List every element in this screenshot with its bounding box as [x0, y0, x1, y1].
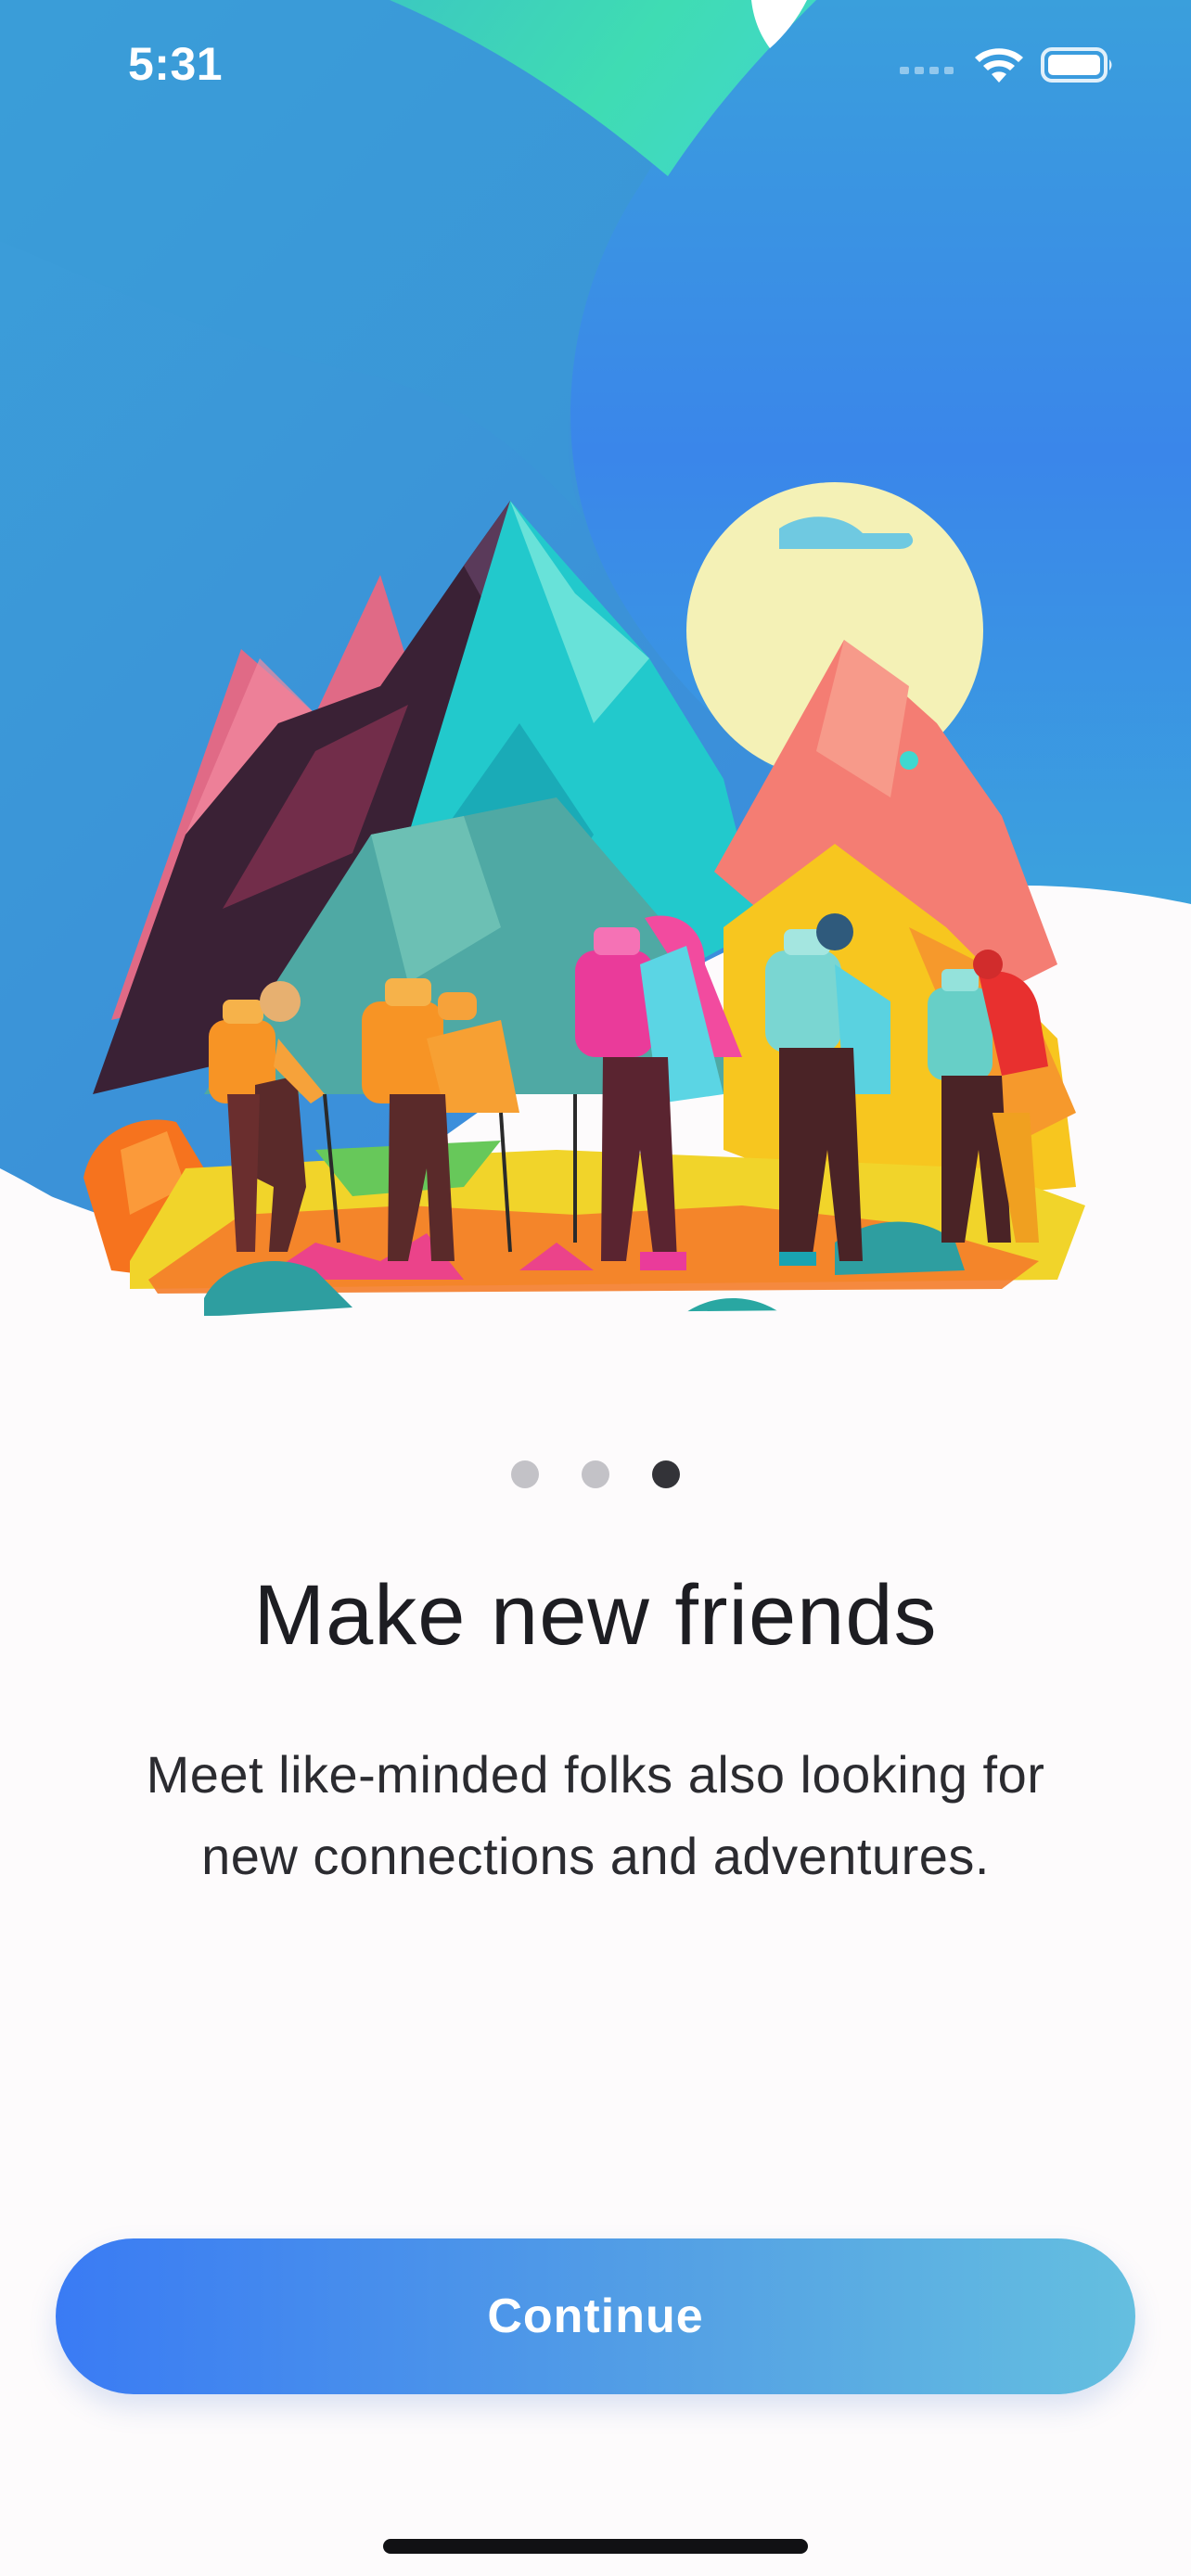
- continue-button[interactable]: Continue: [56, 2238, 1135, 2394]
- status-time: 5:31: [128, 38, 224, 90]
- status-icons: [900, 45, 1115, 89]
- page-dot-3-active[interactable]: [652, 1460, 680, 1488]
- home-indicator[interactable]: [383, 2539, 808, 2554]
- status-bar: 5:31: [0, 0, 1191, 139]
- subtitle-line-1: Meet like-minded folks also looking for: [146, 1745, 1045, 1804]
- hikers-mountain-illustration: [83, 482, 1095, 1340]
- page-indicator: [0, 1460, 1191, 1488]
- page-dot-2[interactable]: [582, 1460, 609, 1488]
- battery-icon: [1041, 46, 1115, 88]
- onboarding-screen: 5:31 Make new friends Meet like-minded f…: [0, 0, 1191, 2576]
- page-title: Make new friends: [253, 1568, 938, 1663]
- page-dot-1[interactable]: [511, 1460, 539, 1488]
- subtitle-line-2: new connections and adventures.: [201, 1827, 990, 1885]
- wifi-icon: [974, 45, 1024, 89]
- page-subtitle: Meet like-minded folks also looking for …: [65, 1734, 1126, 1897]
- cellular-signal-icon: [900, 56, 957, 79]
